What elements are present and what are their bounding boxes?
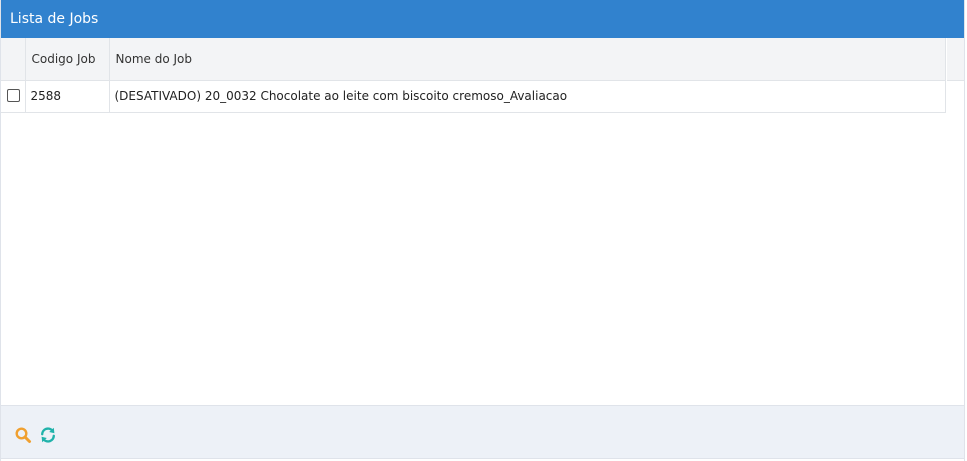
grid-toolbar <box>1 405 964 459</box>
column-header-nome-do-job[interactable]: Nome do Job <box>109 38 946 81</box>
header-scrollbar-spacer <box>947 38 964 81</box>
job-code-cell: 2588 <box>25 80 110 113</box>
column-header-codigo-job[interactable]: Codigo Job <box>25 38 110 81</box>
jobs-table: Codigo Job Nome do Job 2588 (DESATIVADO)… <box>1 38 946 113</box>
table-header-row: Codigo Job Nome do Job <box>1 38 946 81</box>
column-header-select <box>1 38 26 81</box>
row-checkbox[interactable] <box>7 88 20 102</box>
job-name-cell: (DESATIVADO) 20_0032 Chocolate ao leite … <box>109 80 946 113</box>
jobs-grid: Codigo Job Nome do Job 2588 (DESATIVADO)… <box>1 38 964 405</box>
row-select-cell <box>1 80 26 113</box>
refresh-button[interactable] <box>39 426 57 444</box>
search-icon <box>14 426 32 444</box>
table-row[interactable]: 2588 (DESATIVADO) 20_0032 Chocolate ao l… <box>1 80 946 113</box>
search-button[interactable] <box>14 426 32 444</box>
jobs-list-panel: Lista de Jobs Codigo Job Nome do Job 258… <box>0 0 965 461</box>
refresh-icon <box>39 426 57 444</box>
panel-title: Lista de Jobs <box>10 11 99 27</box>
panel-header: Lista de Jobs <box>1 0 964 38</box>
